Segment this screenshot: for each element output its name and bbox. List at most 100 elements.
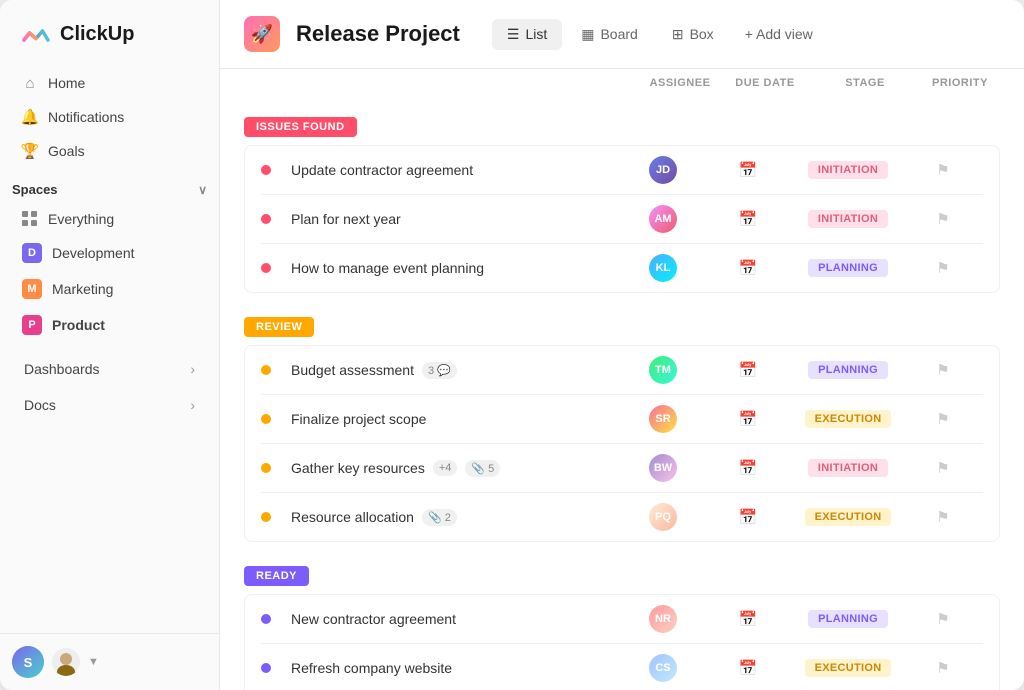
table-row[interactable]: New contractor agreement NR 📅 PLANNING (261, 595, 983, 644)
stage-badge: INITIATION (808, 459, 888, 477)
table-row[interactable]: Budget assessment 3 💬 TM 📅 PLANNING (261, 346, 983, 395)
sidebar-item-development[interactable]: D Development (12, 235, 207, 271)
sidebar-item-dashboards[interactable]: Dashboards › (12, 351, 207, 387)
sidebar-item-marketing[interactable]: M Marketing (12, 271, 207, 307)
avatar: S (12, 646, 44, 678)
col-header-priority: PRIORITY (920, 77, 1000, 89)
tab-box[interactable]: ⊞ Box (657, 19, 729, 50)
avatar: BW (649, 454, 677, 482)
user-profile-area[interactable]: S ▼ (0, 633, 219, 690)
spaces-everything-label: Everything (48, 211, 114, 227)
sidebar-item-docs[interactable]: Docs › (12, 387, 207, 423)
flag-icon: ⚑ (936, 659, 949, 677)
task-indicator (261, 414, 271, 424)
add-view-label: + Add view (745, 26, 813, 42)
sidebar-item-product[interactable]: P Product (12, 307, 207, 343)
flag-icon: ⚑ (936, 508, 949, 526)
sidebar-item-home[interactable]: ⌂ Home (12, 66, 207, 100)
main-content: 🚀 Release Project ☰ List ▦ Board ⊞ Box +… (220, 0, 1024, 690)
calendar-icon: 📅 (739, 259, 758, 277)
svg-text:S: S (24, 655, 33, 670)
table-row[interactable]: Refresh company website CS 📅 EXECUTION (261, 644, 983, 690)
table-row[interactable]: Resource allocation 📎 2 PQ 📅 EXECUTION (261, 493, 983, 541)
sidebar-item-notifications[interactable]: 🔔 Notifications (12, 100, 207, 134)
task-name-text: Update contractor agreement (291, 162, 473, 178)
task-name-text: Resource allocation (291, 509, 414, 525)
calendar-icon: 📅 (739, 210, 758, 228)
user-dropdown-icon[interactable]: ▼ (88, 656, 99, 668)
task-indicator (261, 263, 271, 273)
calendar-icon: 📅 (739, 161, 758, 179)
section-ready: READY New contractor agreement NR 📅 (244, 566, 1000, 690)
app-logo: ClickUp (0, 0, 219, 66)
flag-icon: ⚑ (936, 361, 949, 379)
board-icon: ▦ (581, 26, 594, 43)
col-header-assignee: ASSIGNEE (640, 77, 720, 89)
task-indicator (261, 165, 271, 175)
dashboards-chevron-icon: › (190, 361, 195, 377)
section-badge-issues: ISSUES FOUND (244, 117, 357, 137)
task-member-count: +4 (433, 460, 458, 476)
sidebar-item-goals[interactable]: 🏆 Goals (12, 134, 207, 168)
avatar: AM (649, 205, 677, 233)
avatar: KL (649, 254, 677, 282)
task-name-text: New contractor agreement (291, 611, 456, 627)
product-badge: P (22, 315, 42, 335)
tab-list-label: List (525, 26, 547, 42)
app-name: ClickUp (60, 23, 134, 46)
page-title: Release Project (296, 21, 460, 47)
tab-box-label: Box (690, 26, 714, 42)
col-header-duedate: DUE DATE (720, 77, 810, 89)
flag-icon: ⚑ (936, 410, 949, 428)
table-row[interactable]: Gather key resources +4 📎 5 BW 📅 INITIAT… (261, 444, 983, 493)
home-icon: ⌂ (22, 75, 38, 91)
stage-badge: PLANNING (808, 610, 888, 628)
avatar: SR (649, 405, 677, 433)
top-bar: 🚀 Release Project ☰ List ▦ Board ⊞ Box +… (220, 0, 1024, 69)
task-indicator (261, 614, 271, 624)
view-tabs: ☰ List ▦ Board ⊞ Box + Add view (492, 19, 825, 50)
task-name-text: Finalize project scope (291, 411, 426, 427)
avatar: TM (649, 356, 677, 384)
spaces-chevron-icon[interactable]: ∨ (198, 183, 207, 197)
trophy-icon: 🏆 (22, 143, 38, 159)
marketing-badge: M (22, 279, 42, 299)
calendar-icon: 📅 (739, 659, 758, 677)
sidebar-item-goals-label: Goals (48, 143, 85, 159)
table-row[interactable]: Update contractor agreement JD 📅 INITIAT… (261, 146, 983, 195)
tab-list[interactable]: ☰ List (492, 19, 562, 50)
task-name-text: Budget assessment (291, 362, 414, 378)
dashboards-label: Dashboards (24, 361, 100, 377)
stage-badge: PLANNING (808, 361, 888, 379)
spaces-section-header: Spaces ∨ (0, 168, 219, 203)
sidebar-navigation: ⌂ Home 🔔 Notifications 🏆 Goals (0, 66, 219, 168)
table-row[interactable]: Finalize project scope SR 📅 EXECUTION ⚑ (261, 395, 983, 444)
table-row[interactable]: Plan for next year AM 📅 INITIATION ⚑ (261, 195, 983, 244)
list-icon: ☰ (507, 26, 520, 43)
add-view-button[interactable]: + Add view (733, 20, 825, 48)
avatar: NR (649, 605, 677, 633)
avatar: CS (649, 654, 677, 682)
stage-badge: PLANNING (808, 259, 888, 277)
spaces-product-label: Product (52, 317, 105, 333)
stage-badge: INITIATION (808, 161, 888, 179)
calendar-icon: 📅 (739, 410, 758, 428)
clickup-logo-icon (20, 18, 52, 50)
task-name-text: Refresh company website (291, 660, 452, 676)
stage-badge: EXECUTION (805, 508, 892, 526)
calendar-icon: 📅 (739, 361, 758, 379)
tab-board[interactable]: ▦ Board (566, 19, 653, 50)
sidebar-item-home-label: Home (48, 75, 85, 91)
col-header-stage: STAGE (810, 77, 920, 89)
calendar-icon: 📅 (739, 508, 758, 526)
task-name-text: Gather key resources (291, 460, 425, 476)
calendar-icon: 📅 (739, 610, 758, 628)
sidebar-item-everything[interactable]: Everything (12, 203, 207, 235)
sidebar-item-notifications-label: Notifications (48, 109, 124, 125)
sidebar: ClickUp ⌂ Home 🔔 Notifications 🏆 Goals S… (0, 0, 220, 690)
table-row[interactable]: How to manage event planning KL 📅 PLANNI… (261, 244, 983, 292)
task-indicator (261, 365, 271, 375)
docs-chevron-icon: › (190, 397, 195, 413)
section-issues: ISSUES FOUND Update contractor agreement… (244, 117, 1000, 293)
task-indicator (261, 214, 271, 224)
